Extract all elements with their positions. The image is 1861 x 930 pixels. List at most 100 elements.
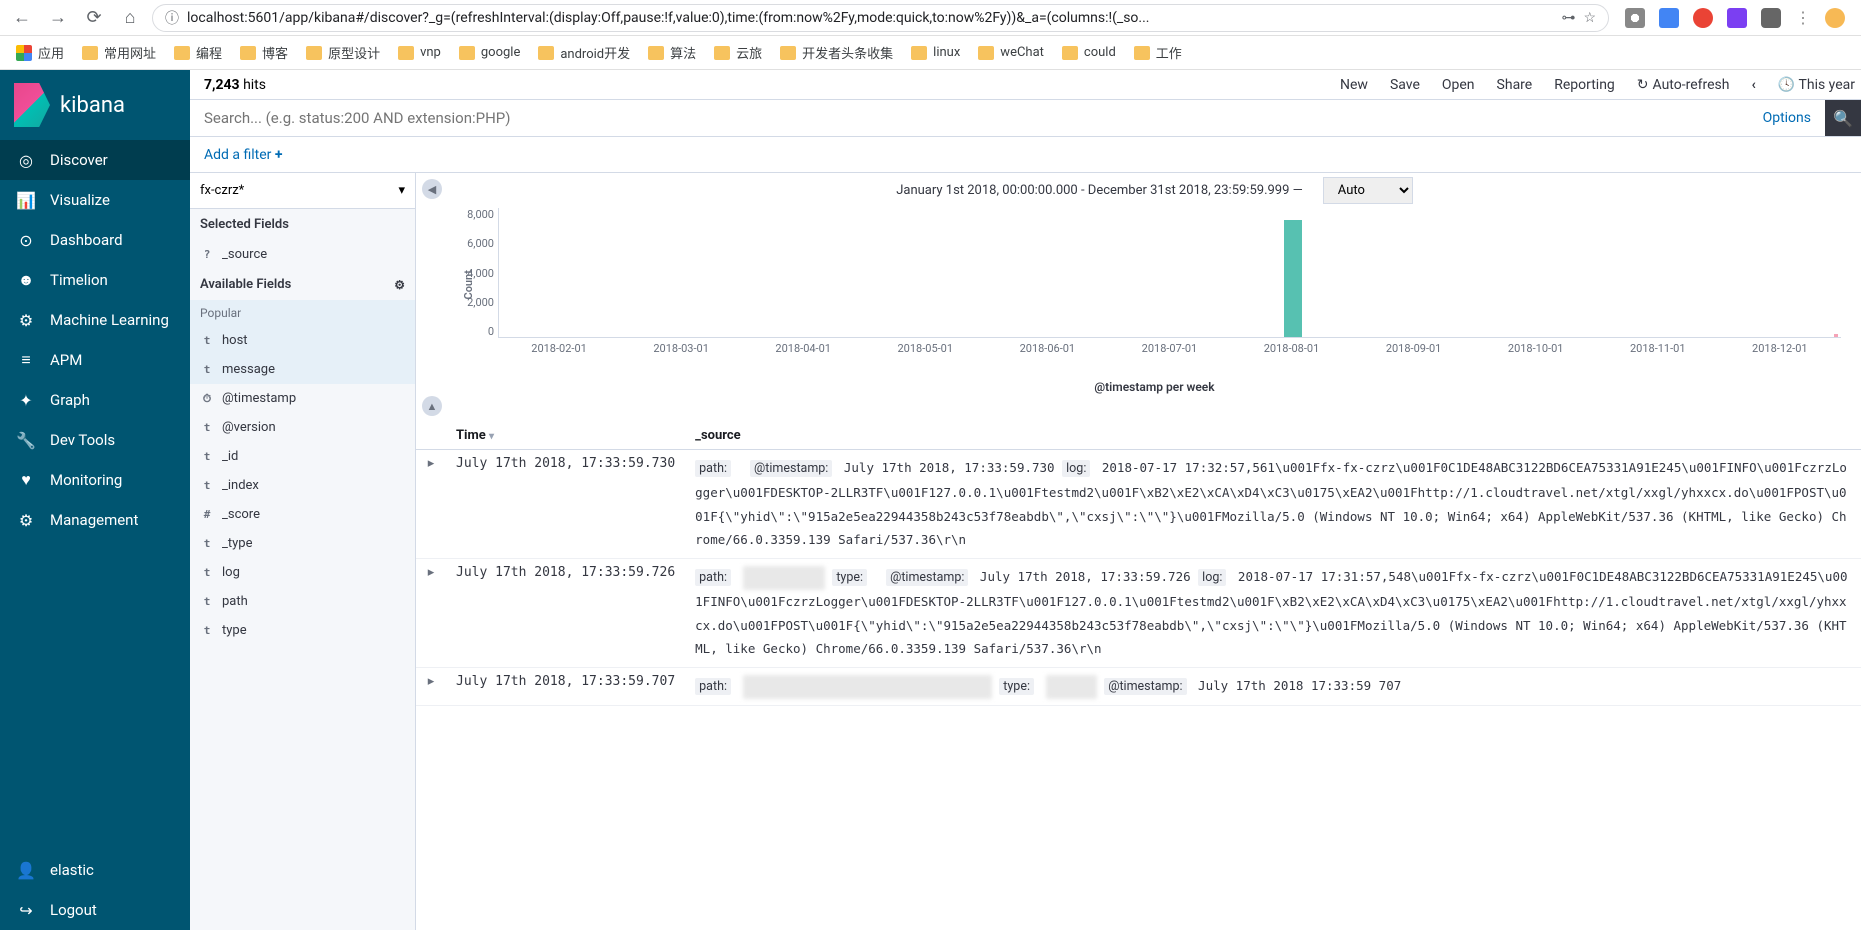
sidebar-item-dev-tools[interactable]: 🔧Dev Tools xyxy=(0,420,190,460)
col-time[interactable]: Time ▾ xyxy=(446,422,685,450)
action-new[interactable]: New xyxy=(1340,77,1368,93)
sidebar-item-management[interactable]: ⚙Management xyxy=(0,500,190,540)
ext-icon-1[interactable] xyxy=(1625,8,1645,28)
source-cell: path: D:/JobFile/lvyouLogs/fx/czrzLogger… xyxy=(685,668,1861,706)
data-area: ◀ January 1st 2018, 00:00:00.000 - Decem… xyxy=(416,173,1861,930)
histogram-chart[interactable]: Count 8,0006,0004,0002,0000 2018-02-0120… xyxy=(498,208,1841,378)
bookmark-item[interactable]: 算法 xyxy=(642,39,702,66)
bookmark-item[interactable]: 工作 xyxy=(1128,39,1188,66)
collapse-fields-button[interactable]: ◀ xyxy=(422,179,442,199)
collapse-histogram-button[interactable]: ▲ xyxy=(422,396,442,416)
document-table: Time ▾ _source ▸July 17th 2018, 17:33:59… xyxy=(416,422,1861,930)
avatar-icon[interactable] xyxy=(1825,8,1845,28)
extension-icons: ⋮ xyxy=(1617,8,1853,28)
menu-icon[interactable]: ⋮ xyxy=(1795,8,1811,27)
action-save[interactable]: Save xyxy=(1390,77,1420,93)
ext-icon-2[interactable] xyxy=(1659,8,1679,28)
index-pattern-select[interactable]: fx-czrz* ▾ xyxy=(190,173,415,209)
bookmark-item[interactable]: could xyxy=(1056,39,1122,66)
x-axis-label: @timestamp per week xyxy=(448,380,1861,394)
kibana-logo[interactable]: kibana xyxy=(0,70,190,140)
bookmark-item[interactable]: 编程 xyxy=(168,39,228,66)
search-submit-button[interactable]: 🔍 xyxy=(1825,100,1861,136)
search-options-link[interactable]: Options xyxy=(1749,100,1825,136)
expand-row-button[interactable]: ▸ xyxy=(416,450,446,559)
field-_index[interactable]: t_index xyxy=(190,471,415,500)
url-bar[interactable]: ⓘ localhost:5601/app/kibana#/discover?_g… xyxy=(152,4,1609,32)
folder-icon xyxy=(648,46,664,60)
home-button[interactable]: ⌂ xyxy=(116,4,144,32)
bookmark-item[interactable]: 开发者头条收集 xyxy=(774,39,899,66)
histogram-bar[interactable] xyxy=(1284,220,1302,337)
field-_score[interactable]: #_score xyxy=(190,500,415,529)
folder-icon xyxy=(1062,46,1078,60)
field-path[interactable]: tpath xyxy=(190,587,415,616)
folder-icon xyxy=(174,46,190,60)
auto-refresh-button[interactable]: Auto-refresh xyxy=(1637,77,1730,93)
histogram-bar[interactable] xyxy=(1834,334,1838,337)
time-back-button[interactable]: ‹ xyxy=(1751,77,1755,93)
search-input[interactable] xyxy=(190,100,1749,136)
bookmark-item[interactable]: 博客 xyxy=(234,39,294,66)
folder-icon xyxy=(82,46,98,60)
sidebar-item-dashboard[interactable]: ⊙Dashboard xyxy=(0,220,190,260)
chart-plot xyxy=(498,208,1841,338)
reload-button[interactable]: ⟳ xyxy=(80,4,108,32)
nav-icon: ♥ xyxy=(16,470,36,490)
expand-row-button[interactable]: ▸ xyxy=(416,559,446,668)
field-host[interactable]: thost xyxy=(190,326,415,355)
field-log[interactable]: tlog xyxy=(190,558,415,587)
forward-button[interactable]: → xyxy=(44,4,72,32)
bookmark-item[interactable]: linux xyxy=(905,39,966,66)
nav-icon: ✦ xyxy=(16,391,36,410)
sidebar-footer-logout[interactable]: ↪Logout xyxy=(0,890,190,930)
sidebar-item-graph[interactable]: ✦Graph xyxy=(0,380,190,420)
browser-toolbar: ← → ⟳ ⌂ ⓘ localhost:5601/app/kibana#/dis… xyxy=(0,0,1861,36)
field-_id[interactable]: t_id xyxy=(190,442,415,471)
sidebar-item-apm[interactable]: ≡APM xyxy=(0,340,190,380)
bookmark-item[interactable]: google xyxy=(453,39,526,66)
field-message[interactable]: tmessage xyxy=(190,355,415,384)
sidebar-item-monitoring[interactable]: ♥Monitoring xyxy=(0,460,190,500)
action-reporting[interactable]: Reporting xyxy=(1554,77,1615,93)
sidebar-item-visualize[interactable]: 📊Visualize xyxy=(0,180,190,220)
field-_source[interactable]: ?_source xyxy=(190,240,415,269)
fields-panel: fx-czrz* ▾ Selected Fields ?_source Avai… xyxy=(190,173,416,930)
nav-icon: 📊 xyxy=(16,191,36,210)
gear-icon[interactable]: ⚙ xyxy=(394,278,405,292)
sidebar-footer-elastic[interactable]: 👤elastic xyxy=(0,850,190,890)
back-button[interactable]: ← xyxy=(8,4,36,32)
expand-row-button[interactable]: ▸ xyxy=(416,668,446,706)
action-share[interactable]: Share xyxy=(1497,77,1533,93)
field-@version[interactable]: t@version xyxy=(190,413,415,442)
bookmark-item[interactable]: 常用网址 xyxy=(76,39,162,66)
sidebar-item-machine-learning[interactable]: ⚙Machine Learning xyxy=(0,300,190,340)
table-row: ▸July 17th 2018, 17:33:59.730path: @time… xyxy=(416,450,1861,559)
field-_type[interactable]: t_type xyxy=(190,529,415,558)
star-icon[interactable]: ☆ xyxy=(1583,10,1596,26)
ext-icon-5[interactable] xyxy=(1761,8,1781,28)
col-source[interactable]: _source xyxy=(685,422,1861,450)
bookmark-item[interactable]: 原型设计 xyxy=(300,39,386,66)
ext-icon-3[interactable] xyxy=(1693,8,1713,28)
ext-icon-4[interactable] xyxy=(1727,8,1747,28)
sidebar-item-discover[interactable]: ◎Discover xyxy=(0,140,190,180)
folder-icon xyxy=(306,46,322,60)
time-picker[interactable]: 🕓 This year xyxy=(1778,77,1855,93)
field-@timestamp[interactable]: ⏱@timestamp xyxy=(190,384,415,413)
nav-icon: ⚙ xyxy=(16,511,36,530)
nav-icon: ◎ xyxy=(16,151,36,170)
bookmark-item[interactable]: vnp xyxy=(392,39,447,66)
bookmark-item[interactable]: weChat xyxy=(972,39,1050,66)
interval-select[interactable]: Auto xyxy=(1323,177,1413,204)
bookmark-item[interactable]: 云旅 xyxy=(708,39,768,66)
folder-icon xyxy=(1134,46,1150,60)
apps-shortcut[interactable]: 应用 xyxy=(10,39,70,66)
bookmark-item[interactable]: android开发 xyxy=(532,39,636,66)
time-range-text: January 1st 2018, 00:00:00.000 - Decembe… xyxy=(896,183,1303,198)
apps-icon xyxy=(16,45,32,61)
action-open[interactable]: Open xyxy=(1442,77,1475,93)
field-type[interactable]: ttype xyxy=(190,616,415,645)
add-filter-button[interactable]: Add a filter + xyxy=(204,147,283,163)
sidebar-item-timelion[interactable]: ☻Timelion xyxy=(0,260,190,300)
